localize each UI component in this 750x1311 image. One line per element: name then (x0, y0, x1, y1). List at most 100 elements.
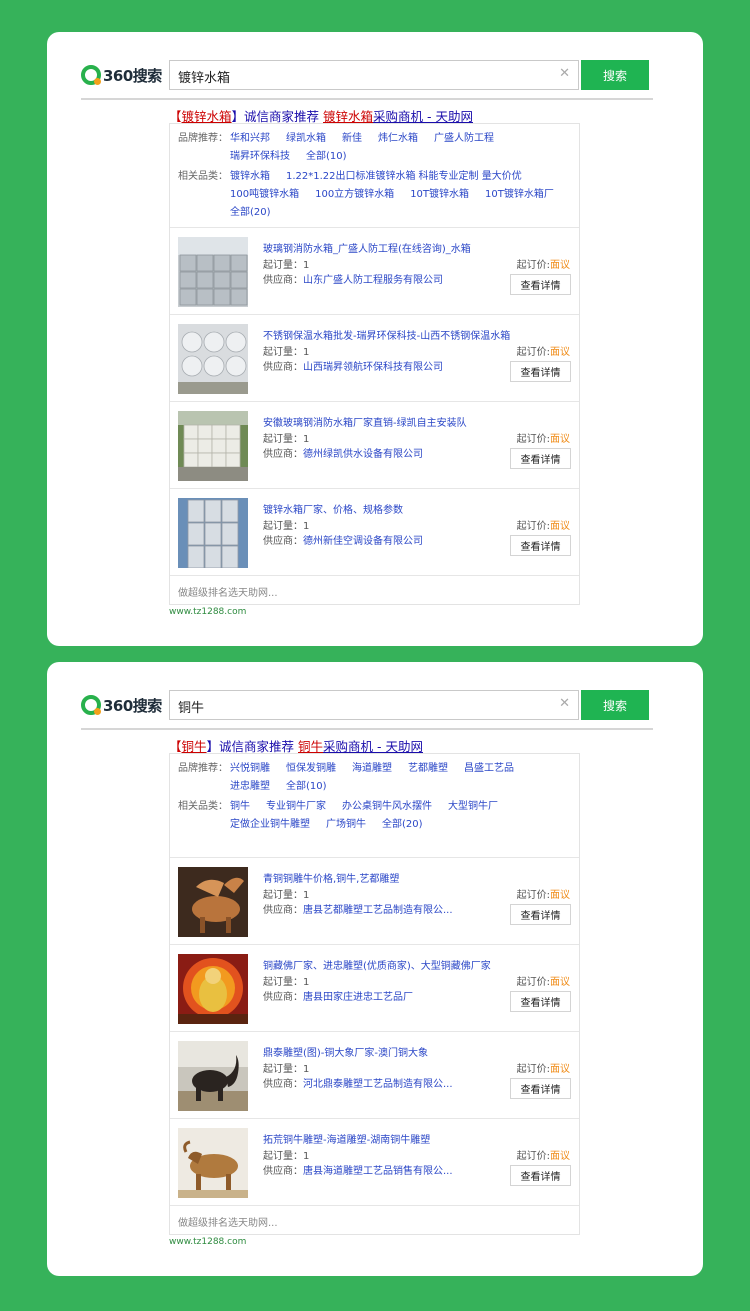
title-keyword: 铜牛 (298, 739, 324, 754)
logo[interactable]: 360搜索 (81, 64, 162, 86)
related-link[interactable]: 1.22*1.22出口标准镀锌水箱 (286, 168, 416, 186)
related-link[interactable]: 镀锌水箱 (230, 168, 270, 186)
price-row: 起订价:面议 (517, 430, 570, 445)
product-image[interactable] (178, 324, 248, 394)
brand-link[interactable]: 恒保发铜雕 (286, 760, 336, 778)
product-title-link[interactable]: 铜藏佛厂家、进忠雕塑(优质商家)、大型铜藏佛厂家 (263, 957, 491, 972)
brand-link[interactable]: 华和兴邦 (230, 130, 270, 148)
related-label: 相关品类： (178, 171, 228, 182)
supplier-link[interactable]: 唐县艺都雕塑工艺品制造有限公... (303, 905, 453, 916)
more-link[interactable]: 做超级排名选天助网... (170, 576, 579, 607)
price-label: 起订价: (516, 521, 550, 532)
brand-all-link[interactable]: 全部(10) (286, 778, 327, 796)
site-url[interactable]: www.tz1288.com (169, 1237, 246, 1247)
related-link[interactable]: 科能专业定制 量大价优 (419, 168, 522, 186)
list-item: 不锈钢保温水箱批发-瑞昇环保科技-山西不锈钢保温水箱 起订量：1 供应商：山西瑞… (170, 315, 579, 402)
more-link[interactable]: 做超级排名选天助网... (170, 1206, 579, 1237)
divider (81, 98, 653, 100)
product-title-link[interactable]: 鼎泰雕塑(图)-铜大象厂家-澳门铜大象 (263, 1044, 428, 1059)
title-prefix: 【 (169, 739, 182, 754)
supplier-link[interactable]: 唐县田家庄进忠工艺品厂 (303, 992, 413, 1003)
price-label: 起订价: (516, 434, 550, 445)
brand-link[interactable]: 兴悦铜雕 (230, 760, 270, 778)
brand-link[interactable]: 新佳 (342, 130, 362, 148)
product-image[interactable] (178, 867, 248, 937)
related-link[interactable]: 100立方镀锌水箱 (315, 186, 394, 204)
supplier-link[interactable]: 德州绿凯供水设备有限公司 (303, 449, 423, 460)
supplier-label: 供应商： (263, 536, 303, 547)
related-link[interactable]: 铜牛 (230, 798, 250, 816)
min-order: 起订量：1 (263, 347, 310, 358)
related-link[interactable]: 专业铜牛厂家 (266, 798, 326, 816)
view-details-button[interactable]: 查看详情 (510, 361, 571, 382)
related-all-link[interactable]: 全部(20) (382, 816, 423, 834)
product-image[interactable] (178, 237, 248, 307)
related-all-link[interactable]: 全部(20) (230, 204, 271, 222)
related-link[interactable]: 10T镀锌水箱 (410, 186, 469, 204)
supplier-link[interactable]: 唐县海道雕塑工艺品销售有限公... (303, 1166, 453, 1177)
list-item: 拓荒铜牛雕塑-海道雕塑-湖南铜牛雕塑 起订量：1 供应商：唐县海道雕塑工艺品销售… (170, 1119, 579, 1206)
list-item: 鼎泰雕塑(图)-铜大象厂家-澳门铜大象 起订量：1 供应商：河北鼎泰雕塑工艺品制… (170, 1032, 579, 1119)
product-image[interactable] (178, 411, 248, 481)
divider (81, 728, 653, 730)
search-button[interactable]: 搜索 (581, 690, 649, 720)
price-value: 面议 (550, 1064, 570, 1075)
clear-icon[interactable]: ✕ (559, 66, 570, 81)
brand-link[interactable]: 海道雕塑 (352, 760, 392, 778)
view-details-button[interactable]: 查看详情 (510, 1078, 571, 1099)
brand-link[interactable]: 艺都雕塑 (408, 760, 448, 778)
search-query: 镀锌水箱 (178, 71, 231, 86)
product-title-link[interactable]: 不锈钢保温水箱批发-瑞昇环保科技-山西不锈钢保温水箱 (263, 327, 510, 342)
price-value: 面议 (550, 434, 570, 445)
search-bar: 360搜索 铜牛 ✕ 搜索 (81, 690, 651, 720)
supplier-link[interactable]: 山西瑞昇领航环保科技有限公司 (303, 362, 443, 373)
logo[interactable]: 360搜索 (81, 694, 162, 716)
min-order: 起订量：1 (263, 434, 310, 445)
product-title-link[interactable]: 镀锌水箱厂家、价格、规格参数 (263, 501, 403, 516)
min-order: 起订量：1 (263, 890, 310, 901)
brand-link[interactable]: 炜仁水箱 (378, 130, 418, 148)
product-image[interactable] (178, 498, 248, 568)
view-details-button[interactable]: 查看详情 (510, 904, 571, 925)
related-link[interactable]: 广场铜牛 (326, 816, 366, 834)
product-image[interactable] (178, 1041, 248, 1111)
product-image[interactable] (178, 954, 248, 1024)
related-link[interactable]: 大型铜牛厂 (448, 798, 498, 816)
product-title-link[interactable]: 玻璃钢消防水箱_广盛人防工程(在线咨询)_水箱 (263, 240, 471, 255)
view-details-button[interactable]: 查看详情 (510, 448, 571, 469)
related-link[interactable]: 办公桌铜牛风水摆件 (342, 798, 432, 816)
supplier-label: 供应商： (263, 905, 303, 916)
product-image[interactable] (178, 1128, 248, 1198)
related-link[interactable]: 10T镀锌水箱厂 (485, 186, 554, 204)
supplier-link[interactable]: 河北鼎泰雕塑工艺品制造有限公... (303, 1079, 453, 1090)
brand-link[interactable]: 昌盛工艺品 (464, 760, 514, 778)
min-order: 起订量：1 (263, 1151, 310, 1162)
search-button[interactable]: 搜索 (581, 60, 649, 90)
view-details-button[interactable]: 查看详情 (510, 991, 571, 1012)
supplier-link[interactable]: 德州新佳空调设备有限公司 (303, 536, 423, 547)
site-url[interactable]: www.tz1288.com (169, 607, 246, 617)
supplier-row: 供应商：唐县海道雕塑工艺品销售有限公... (263, 1162, 453, 1177)
brand-link[interactable]: 广盛人防工程 (434, 130, 494, 148)
view-details-button[interactable]: 查看详情 (510, 274, 571, 295)
supplier-link[interactable]: 山东广盛人防工程服务有限公司 (303, 275, 443, 286)
related-link[interactable]: 100吨镀锌水箱 (230, 186, 299, 204)
view-details-button[interactable]: 查看详情 (510, 1165, 571, 1186)
list-item: 青铜铜雕牛价格,铜牛,艺都雕塑 起订量：1 供应商：唐县艺都雕塑工艺品制造有限公… (170, 858, 579, 945)
brand-link[interactable]: 绿凯水箱 (286, 130, 326, 148)
brand-all-link[interactable]: 全部(10) (306, 148, 347, 166)
search-input[interactable]: 铜牛 ✕ (169, 690, 579, 720)
related-link[interactable]: 定做企业铜牛雕塑 (230, 816, 310, 834)
brand-link[interactable]: 瑞昇环保科技 (230, 148, 290, 166)
product-title-link[interactable]: 青铜铜雕牛价格,铜牛,艺都雕塑 (263, 870, 399, 885)
view-details-button[interactable]: 查看详情 (510, 535, 571, 556)
clear-icon[interactable]: ✕ (559, 696, 570, 711)
price-row: 起订价:面议 (517, 1147, 570, 1162)
product-title-link[interactable]: 安徽玻璃钢消防水箱厂家直销-绿凯自主安装队 (263, 414, 467, 429)
supplier-label: 供应商： (263, 1079, 303, 1090)
brand-link[interactable]: 进忠雕塑 (230, 778, 270, 796)
title-keyword: 镀锌水箱 (181, 109, 232, 124)
product-title-link[interactable]: 拓荒铜牛雕塑-海道雕塑-湖南铜牛雕塑 (263, 1131, 430, 1146)
search-input[interactable]: 镀锌水箱 ✕ (169, 60, 579, 90)
supplier-label: 供应商： (263, 275, 303, 286)
